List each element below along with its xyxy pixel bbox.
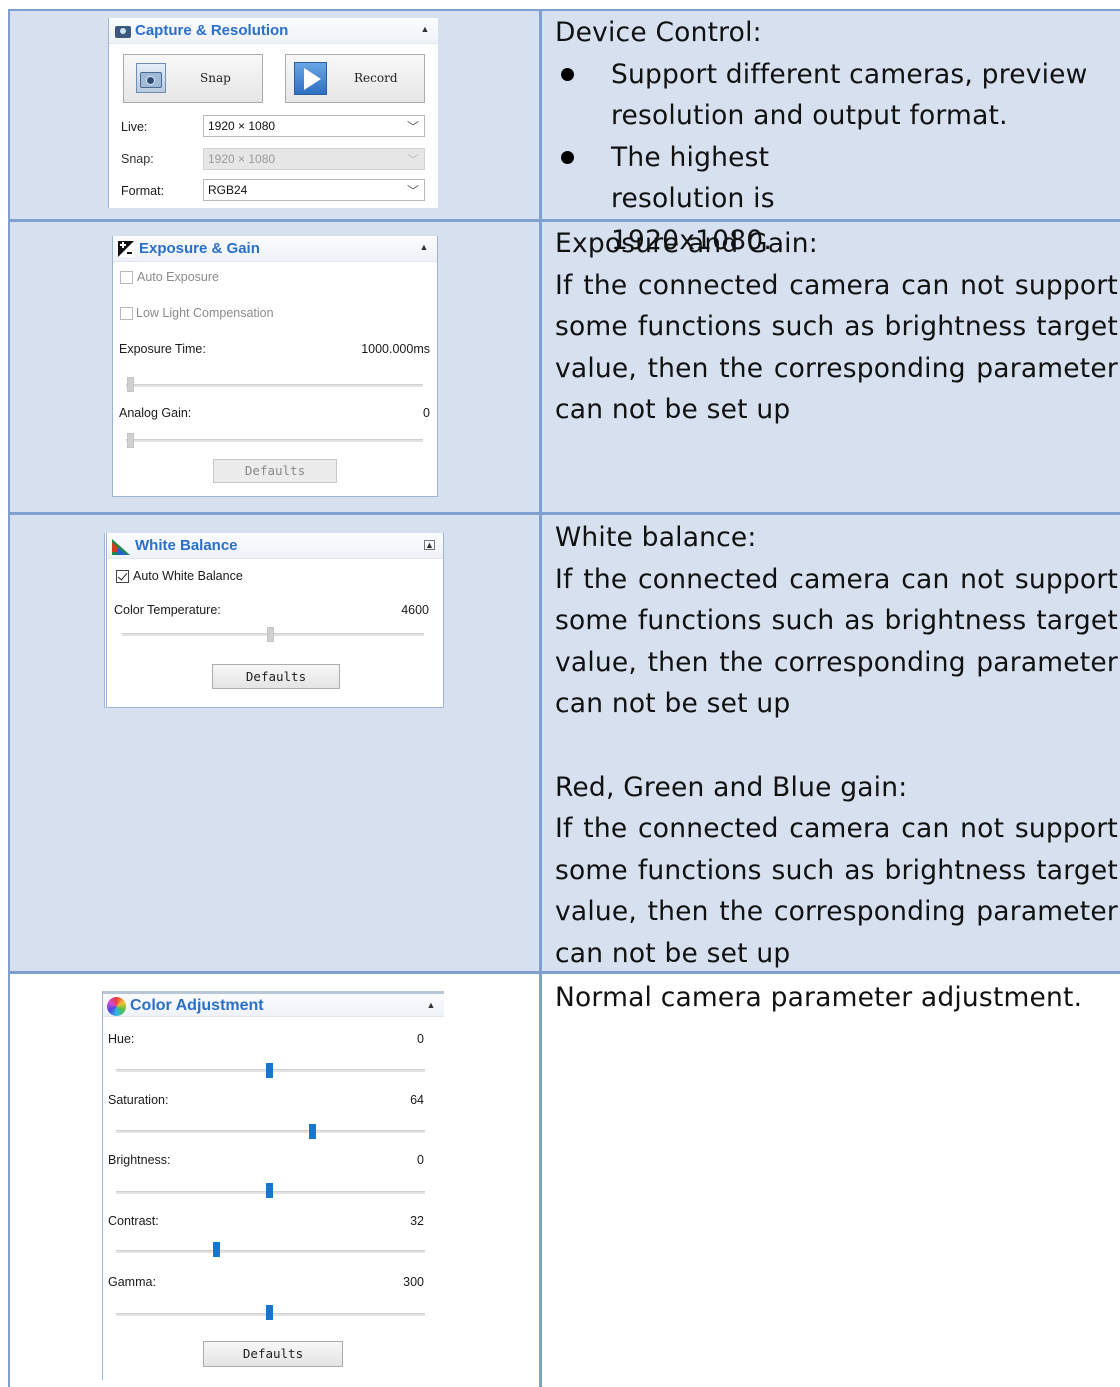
saturation-value: 64 bbox=[410, 1093, 424, 1107]
collapse-icon[interactable]: ▲ bbox=[420, 25, 430, 34]
panel-title: Capture & Resolution bbox=[135, 22, 289, 39]
hue-slider-thumb[interactable] bbox=[266, 1063, 273, 1078]
description-body: If the connected camera can not support … bbox=[555, 563, 1118, 720]
color-temperature-slider-thumb[interactable] bbox=[267, 627, 274, 642]
description-body: If the connected camera can not support … bbox=[555, 269, 1118, 426]
chevron-down-icon: ﹀ bbox=[406, 153, 419, 167]
camera-icon bbox=[115, 26, 131, 38]
defaults-button[interactable]: Defaults bbox=[212, 664, 340, 689]
description-heading: Device Control: bbox=[555, 17, 762, 48]
color-wheel-icon bbox=[107, 997, 126, 1016]
live-resolution-select[interactable]: 1920 × 1080 ﹀ bbox=[203, 115, 425, 137]
defaults-button[interactable]: Defaults bbox=[203, 1341, 343, 1367]
low-light-label: Low Light Compensation bbox=[136, 306, 274, 320]
gamma-slider-thumb[interactable] bbox=[266, 1305, 273, 1320]
table-border-left bbox=[8, 9, 10, 1387]
column-divider bbox=[539, 9, 542, 1387]
color-adjustment-panel: Color Adjustment ▲ Hue: 0 Saturation: 64… bbox=[102, 991, 444, 1380]
panel-title: Color Adjustment bbox=[130, 997, 264, 1014]
low-light-checkbox[interactable] bbox=[120, 307, 133, 320]
analog-gain-value: 0 bbox=[423, 406, 430, 420]
contrast-slider[interactable] bbox=[116, 1250, 425, 1253]
description-heading: White balance: bbox=[555, 522, 757, 553]
hue-label: Hue: bbox=[108, 1032, 135, 1046]
play-icon bbox=[294, 62, 327, 95]
format-value: RGB24 bbox=[208, 183, 248, 197]
snapshot-icon bbox=[136, 63, 166, 93]
exposure-icon bbox=[118, 241, 134, 257]
snap-resolution-label: Snap: bbox=[121, 152, 154, 166]
bullet-icon bbox=[561, 67, 574, 81]
panel-title: Exposure & Gain bbox=[139, 240, 260, 257]
color-temperature-label: Color Temperature: bbox=[114, 603, 221, 617]
auto-exposure-label: Auto Exposure bbox=[137, 270, 219, 284]
gamma-value: 300 bbox=[403, 1275, 424, 1289]
format-label: Format: bbox=[121, 184, 165, 198]
record-button-label: Record bbox=[354, 71, 398, 85]
hue-value: 0 bbox=[417, 1032, 424, 1046]
description-heading: Exposure and Gain: bbox=[555, 228, 818, 259]
white-balance-description: White balance: If the connected camera c… bbox=[555, 517, 1118, 975]
contrast-label: Contrast: bbox=[108, 1214, 159, 1228]
collapse-icon[interactable]: ▲ bbox=[426, 1001, 436, 1010]
saturation-slider[interactable] bbox=[116, 1130, 425, 1133]
exposure-gain-description: Exposure and Gain: If the connected came… bbox=[555, 223, 1118, 431]
analog-gain-slider[interactable] bbox=[126, 439, 423, 442]
bullet-icon bbox=[561, 150, 574, 164]
white-balance-panel: White Balance ▲ Auto White Balance Color… bbox=[104, 533, 444, 708]
description-body-rgb-gain: If the connected camera can not support … bbox=[555, 813, 1118, 969]
exposure-time-value: 1000.000ms bbox=[361, 342, 430, 356]
auto-exposure-checkbox[interactable] bbox=[120, 271, 133, 284]
exposure-time-label: Exposure Time: bbox=[119, 342, 206, 356]
description-body: Normal camera parameter adjustment. bbox=[555, 982, 1083, 1013]
panel-header[interactable]: Color Adjustment ▲ bbox=[103, 991, 444, 1017]
brightness-slider-thumb[interactable] bbox=[266, 1183, 273, 1198]
color-temperature-value: 4600 bbox=[401, 603, 429, 617]
defaults-button-label: Defaults bbox=[244, 463, 306, 478]
snap-resolution-value: 1920 × 1080 bbox=[208, 152, 276, 166]
color-adjustment-description: Normal camera parameter adjustment. bbox=[555, 977, 1118, 1019]
contrast-value: 32 bbox=[410, 1214, 424, 1228]
auto-white-balance-checkbox[interactable] bbox=[116, 570, 129, 583]
white-balance-icon bbox=[112, 539, 130, 555]
bullet-item: Support different cameras, preview resol… bbox=[555, 54, 1118, 137]
row-divider-2 bbox=[9, 512, 1120, 515]
description-heading-rgb-gain: Red, Green and Blue gain: bbox=[555, 771, 908, 803]
panel-header[interactable]: Exposure & Gain ▲ bbox=[113, 236, 437, 262]
table-border-top bbox=[9, 9, 1120, 11]
exposure-gain-panel: Exposure & Gain ▲ Auto Exposure Low Ligh… bbox=[112, 236, 438, 497]
defaults-button-label: Defaults bbox=[242, 1346, 304, 1361]
defaults-button[interactable]: Defaults bbox=[213, 459, 337, 483]
snap-button[interactable]: Snap bbox=[123, 54, 263, 103]
gamma-label: Gamma: bbox=[108, 1275, 156, 1289]
exposure-time-slider[interactable] bbox=[126, 384, 423, 387]
saturation-label: Saturation: bbox=[108, 1093, 169, 1107]
auto-white-balance-label: Auto White Balance bbox=[133, 569, 243, 583]
saturation-slider-thumb[interactable] bbox=[309, 1124, 316, 1139]
chevron-down-icon: ﹀ bbox=[406, 120, 419, 134]
snap-resolution-select[interactable]: 1920 × 1080 ﹀ bbox=[203, 148, 425, 170]
contrast-slider-thumb[interactable] bbox=[213, 1242, 220, 1257]
analog-gain-label: Analog Gain: bbox=[119, 406, 192, 420]
chevron-down-icon: ﹀ bbox=[406, 184, 419, 198]
panel-header[interactable]: White Balance ▲ bbox=[107, 533, 443, 559]
format-select[interactable]: RGB24 ﹀ bbox=[203, 179, 425, 201]
defaults-button-label: Defaults bbox=[245, 669, 307, 684]
panel-title: White Balance bbox=[135, 537, 238, 554]
record-button[interactable]: Record bbox=[285, 54, 425, 103]
exposure-time-slider-thumb[interactable] bbox=[127, 377, 134, 392]
snap-button-label: Snap bbox=[200, 71, 231, 85]
capture-resolution-panel: Capture & Resolution ▲ Snap Record Live:… bbox=[108, 18, 438, 208]
collapse-icon[interactable]: ▲ bbox=[419, 243, 429, 252]
collapse-icon[interactable]: ▲ bbox=[424, 540, 435, 550]
brightness-label: Brightness: bbox=[108, 1153, 171, 1167]
brightness-value: 0 bbox=[417, 1153, 424, 1167]
analog-gain-slider-thumb[interactable] bbox=[127, 433, 134, 448]
live-label: Live: bbox=[121, 120, 148, 134]
panel-header[interactable]: Capture & Resolution ▲ bbox=[109, 18, 438, 44]
live-resolution-value: 1920 × 1080 bbox=[208, 119, 276, 133]
